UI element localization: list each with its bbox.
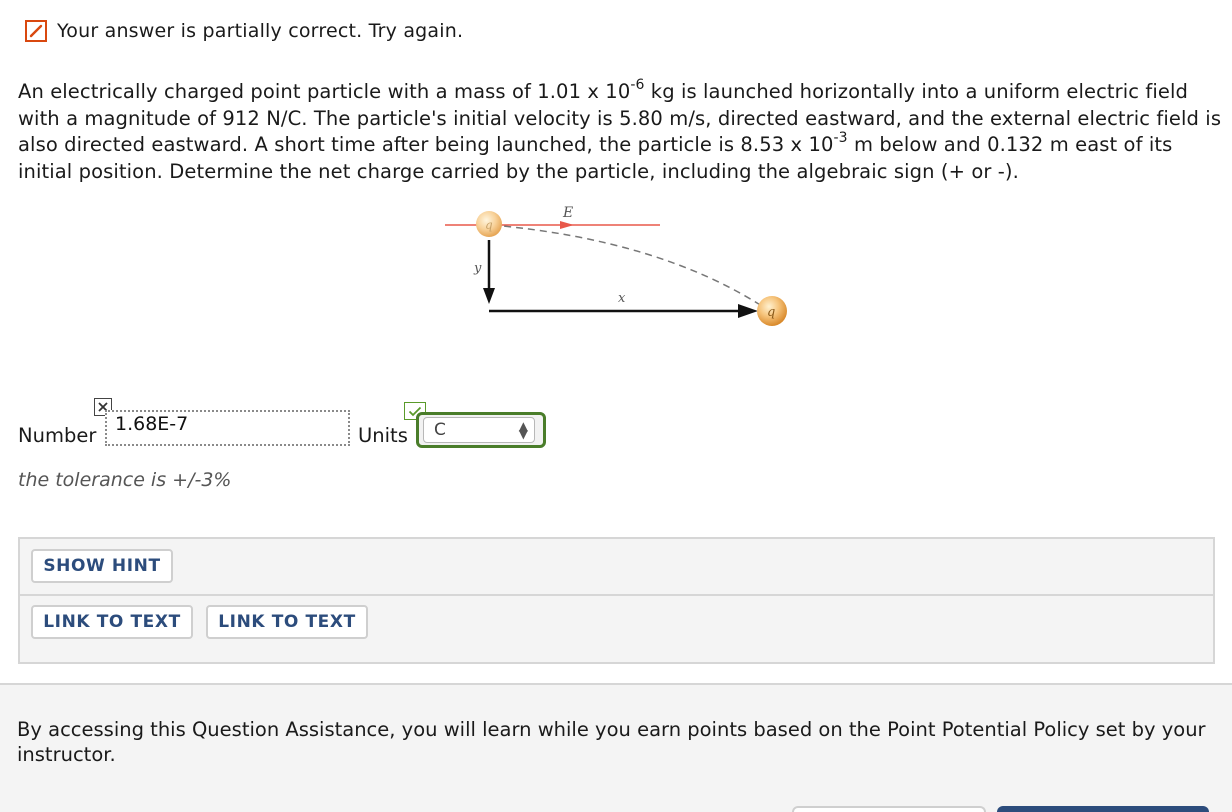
y-label: y — [473, 261, 482, 276]
tolerance-note: the tolerance is +/-3% — [18, 469, 232, 491]
field-arrow — [560, 221, 574, 229]
units-select-box[interactable]: C ▲ ▼ — [423, 417, 535, 443]
link-to-text-button-2[interactable]: LINK TO TEXT — [206, 605, 368, 639]
trajectory-path — [491, 224, 766, 309]
select-updown-icon: ▲ ▼ — [518, 419, 528, 441]
question-text: An electrically charged point particle w… — [18, 76, 1223, 185]
mass-exponent: -6 — [630, 76, 645, 93]
status-banner: Your answer is partially correct. Try ag… — [25, 20, 463, 42]
status-message: Your answer is partially correct. Try ag… — [57, 20, 464, 42]
link-to-text-button-1[interactable]: LINK TO TEXT — [31, 605, 193, 639]
units-select[interactable]: C ▲ ▼ — [416, 412, 546, 448]
footer-secondary-button[interactable] — [792, 806, 986, 812]
assistance-panel: SHOW HINT LINK TO TEXT LINK TO TEXT — [18, 537, 1215, 664]
units-selected-value: C — [434, 420, 446, 440]
field-label: E — [562, 205, 573, 221]
number-label: Number — [18, 424, 97, 447]
number-input[interactable] — [105, 410, 350, 446]
y-axis-arrow — [483, 288, 495, 304]
units-label: Units — [358, 424, 408, 447]
footer-policy-text: By accessing this Question Assistance, y… — [17, 718, 1206, 766]
final-particle-label: q — [767, 305, 775, 320]
trajectory-figure: E y x q q — [440, 200, 800, 335]
panel-divider — [20, 594, 1213, 596]
trajectory-diagram: E y x q q — [445, 205, 787, 326]
assistance-footer: By accessing this Question Assistance, y… — [0, 683, 1232, 812]
displacement-exponent: -3 — [833, 129, 848, 146]
x-axis-arrow — [738, 304, 758, 318]
show-hint-button[interactable]: SHOW HINT — [31, 549, 173, 583]
footer-primary-button[interactable] — [997, 806, 1209, 812]
question-part-1: An electrically charged point particle w… — [18, 80, 631, 103]
initial-particle-label: q — [485, 218, 493, 232]
x-label: x — [618, 291, 626, 306]
question-page: Your answer is partially correct. Try ag… — [0, 0, 1232, 812]
pencil-icon — [25, 20, 47, 42]
